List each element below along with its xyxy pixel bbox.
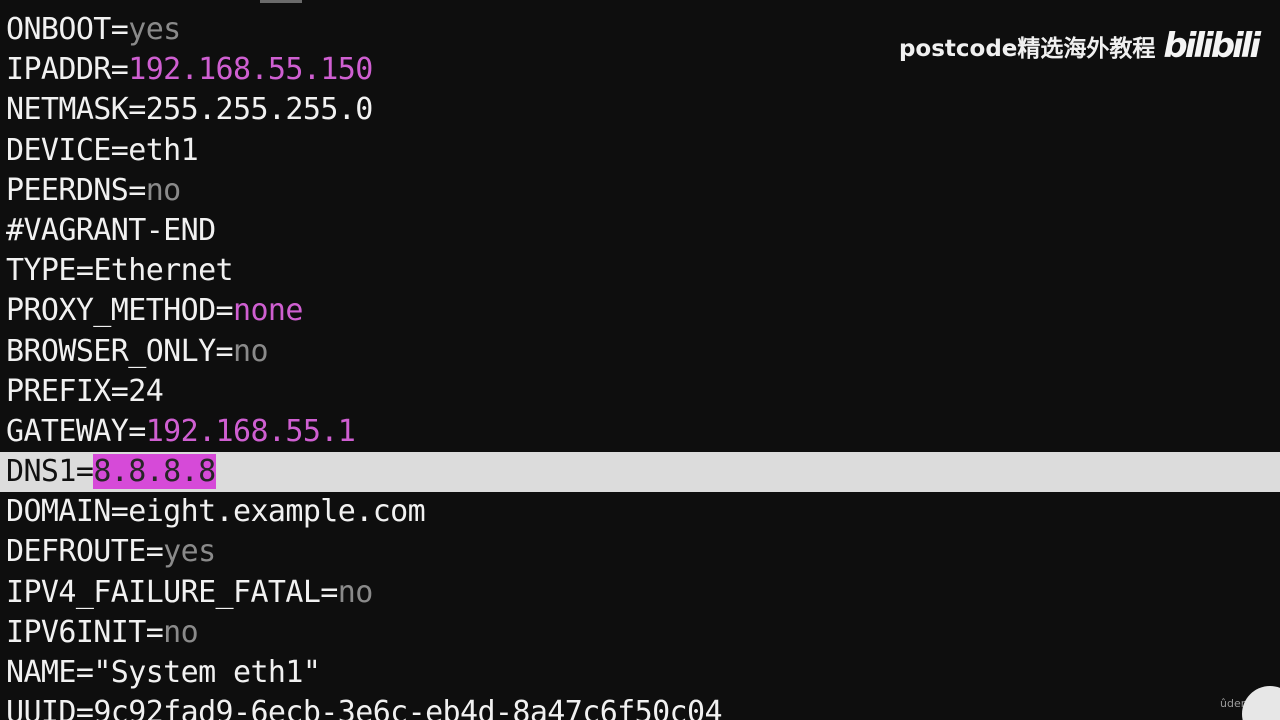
config-line-domain[interactable]: DOMAIN=eight.example.com (0, 492, 1280, 532)
config-key: DEFROUTE= (6, 534, 164, 570)
vim-editor[interactable]: ONBOOT=yes IPADDR=192.168.55.150 NETMASK… (0, 10, 1280, 720)
config-line-uuid[interactable]: UUID=9c92fad9-6ecb-3e6c-eb4d-8a47c6f50c0… (0, 693, 1280, 720)
config-line-gateway[interactable]: GATEWAY=192.168.55.1 (0, 412, 1280, 452)
config-key: NETMASK= (6, 92, 146, 128)
config-value: 255.255.255.0 (145, 92, 374, 128)
config-value: yes (163, 534, 216, 570)
config-line-defroute[interactable]: DEFROUTE=yes (0, 532, 1280, 572)
config-value: 192.168.55.150 (128, 52, 373, 88)
config-comment: #VAGRANT-END (6, 212, 216, 248)
config-value: no (337, 574, 374, 610)
config-key: PROXY_METHOD= (6, 293, 234, 329)
config-value: yes (128, 12, 181, 47)
config-line-ipv4-failure-fatal[interactable]: IPV4_FAILURE_FATAL=no (0, 573, 1280, 613)
config-value: Ethernet (93, 253, 234, 289)
config-key: IPV4_FAILURE_FATAL= (6, 574, 338, 610)
config-value: no (233, 333, 269, 369)
config-value: 9c92fad9-6ecb-3e6c-eb4d-8a47c6f50c04 (93, 695, 722, 720)
config-line-comment[interactable]: #VAGRANT-END (0, 211, 1280, 251)
search-highlight: 8.8.8.8 (93, 454, 216, 490)
config-value: no (145, 172, 182, 208)
config-line-netmask[interactable]: NETMASK=255.255.255.0 (0, 90, 1280, 130)
config-line-peerdns[interactable]: PEERDNS=no (0, 171, 1280, 211)
config-value: eth1 (128, 132, 199, 168)
window-edge-marker (260, 0, 302, 3)
config-key: DNS1= (6, 454, 94, 490)
config-key: PREFIX= (6, 373, 129, 409)
config-line-name[interactable]: NAME="System eth1" (0, 653, 1280, 693)
config-line-type[interactable]: TYPE=Ethernet (0, 251, 1280, 291)
config-key: GATEWAY= (6, 413, 146, 449)
config-key: ONBOOT= (6, 12, 129, 47)
config-line-prefix[interactable]: PREFIX=24 (0, 372, 1280, 412)
config-key: UUID= (6, 695, 94, 720)
config-value: "System eth1" (93, 655, 321, 690)
config-key: DOMAIN= (6, 494, 129, 530)
config-key: NAME= (6, 655, 94, 690)
config-line-dns1-cursor[interactable]: DNS1=8.8.8.8 (0, 452, 1280, 493)
config-value: 24 (128, 373, 164, 409)
config-key: TYPE= (6, 253, 94, 289)
config-value: eight.example.com (128, 494, 426, 530)
config-value: no (163, 614, 199, 650)
channel-watermark: postcode精选海外教程 bilibili (898, 26, 1261, 66)
config-line-device[interactable]: DEVICE=eth1 (0, 131, 1280, 171)
config-value: none (233, 293, 303, 329)
config-key: BROWSER_ONLY= (6, 333, 234, 369)
config-key: IPADDR= (6, 52, 129, 88)
config-value: 192.168.55.1 (145, 413, 356, 449)
config-line-ipv6init[interactable]: IPV6INIT=no (0, 613, 1280, 653)
config-key: DEVICE= (6, 132, 129, 168)
config-key: IPV6INIT= (6, 614, 164, 650)
bilibili-logo: bilibili (1163, 26, 1261, 66)
config-line-proxy-method[interactable]: PROXY_METHOD=none (0, 291, 1280, 331)
watermark-text: postcode精选海外教程 (898, 36, 1156, 62)
config-line-browser-only[interactable]: BROWSER_ONLY=no (0, 332, 1280, 372)
config-key: PEERDNS= (6, 172, 146, 208)
terminal-screen: ONBOOT=yes IPADDR=192.168.55.150 NETMASK… (0, 0, 1280, 720)
